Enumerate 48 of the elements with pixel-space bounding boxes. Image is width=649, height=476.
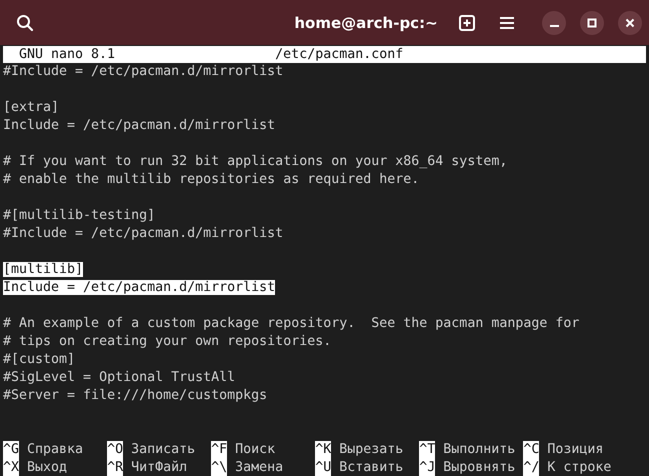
shortcut-key: ^R — [107, 459, 124, 476]
code-line: #Include = /etc/pacman.d/mirrorlist — [3, 64, 284, 79]
minimize-icon — [550, 24, 558, 26]
code-line: #Server = file:///home/custompkgs — [3, 388, 268, 403]
shortcut-key: ^F — [211, 441, 228, 459]
shortcut-label: Поиск — [235, 441, 276, 459]
shortcut-key: ^G — [3, 441, 20, 459]
minimize-button[interactable] — [542, 10, 566, 34]
shortcut-key: ^\ — [211, 459, 228, 476]
shortcut-label: Выровнять — [443, 459, 516, 476]
editor-version: GNU nano 8.1 — [19, 46, 116, 63]
code-line: # If you want to run 32 bit applications on your x86_64 system, — [3, 154, 508, 169]
code-line: Include = /etc/pacman.d/mirrorlist — [3, 118, 276, 133]
shortcut-label: Замена — [235, 459, 284, 476]
file-name: /etc/pacman.conf — [275, 46, 404, 63]
shortcut-label: Вырезать — [339, 441, 404, 459]
shortcut-label: Выход — [27, 459, 68, 476]
shortcut-label: Справка — [27, 441, 84, 459]
window-title: home@arch-pc:~ — [294, 14, 438, 32]
search-icon — [16, 14, 34, 32]
maximize-icon — [587, 18, 597, 28]
close-button[interactable] — [618, 10, 642, 34]
shortcut-key: ^X — [3, 459, 20, 476]
shortcut-label: ЧитФайл — [131, 459, 188, 476]
shortcut-label: К строке — [547, 459, 612, 476]
shortcut-label: Позиция — [547, 441, 604, 459]
menu-icon — [499, 16, 515, 30]
code-line: #Include = /etc/pacman.d/mirrorlist — [3, 226, 284, 241]
code-line: #[multilib-testing] — [3, 208, 156, 223]
close-icon — [625, 18, 635, 28]
shortcut-key: ^U — [315, 459, 332, 476]
shortcut-label: Вставить — [339, 459, 404, 476]
code-line: #SigLevel = Optional TrustAll — [3, 370, 236, 385]
shortcut-label: Выполнить — [443, 441, 516, 459]
plus-box-icon — [459, 14, 475, 30]
code-line: # enable the multilib repositories as required here. — [3, 172, 420, 187]
shortcut-label: Записать — [131, 441, 196, 459]
code-line: # An example of a custom package repository. See the pacman manpage for — [3, 316, 580, 331]
shortcut-key: ^J — [419, 459, 436, 476]
shortcut-key: ^T — [419, 441, 436, 459]
shortcut-key: ^C — [523, 441, 540, 459]
code-line: # tips on creating your own repositories. — [3, 334, 332, 349]
shortcut-key: ^/ — [523, 459, 540, 476]
shortcut-key: ^K — [315, 441, 332, 459]
shortcut-key: ^O — [107, 441, 124, 459]
code-line: [extra] — [3, 100, 60, 115]
code-line: #[custom] — [3, 352, 76, 367]
maximize-button[interactable] — [580, 10, 604, 34]
